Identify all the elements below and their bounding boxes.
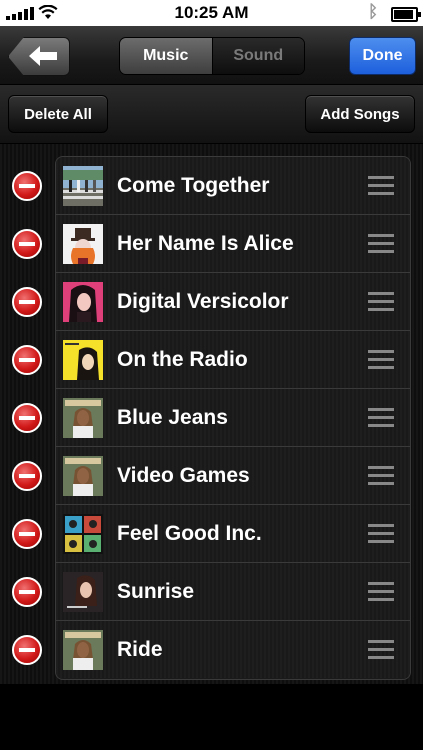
delete-song-icon[interactable]: [12, 461, 42, 491]
song-title: Sunrise: [117, 580, 195, 603]
delete-song-icon[interactable]: [12, 287, 42, 317]
status-time: 10:25 AM: [174, 3, 249, 22]
song-title: Come Together: [117, 174, 270, 197]
song-list-area: Come Together Her Name Is Alice Digital …: [0, 144, 423, 684]
delete-song-icon[interactable]: [12, 171, 42, 201]
song-row[interactable]: Her Name Is Alice: [56, 215, 410, 273]
song-row[interactable]: On the Radio: [56, 331, 410, 389]
album-art-icon: [63, 572, 103, 612]
back-arrow-icon: [29, 46, 57, 66]
delete-song-icon[interactable]: [12, 229, 42, 259]
edit-toolbar: Delete All Add Songs: [0, 85, 423, 144]
album-art-icon: [63, 456, 103, 496]
reorder-handle-icon[interactable]: [368, 582, 394, 602]
bottom-empty-area: [0, 684, 423, 750]
song-title: Video Games: [117, 464, 250, 487]
song-row[interactable]: Blue Jeans: [56, 389, 410, 447]
delete-song-icon[interactable]: [12, 577, 42, 607]
delete-song-icon[interactable]: [12, 345, 42, 375]
song-title: Ride: [117, 638, 163, 661]
back-button[interactable]: [8, 37, 70, 76]
reorder-handle-icon[interactable]: [368, 234, 394, 254]
song-row[interactable]: Sunrise: [56, 563, 410, 621]
reorder-handle-icon[interactable]: [368, 350, 394, 370]
album-art-icon: [63, 282, 103, 322]
reorder-handle-icon[interactable]: [368, 176, 394, 196]
reorder-handle-icon[interactable]: [368, 292, 394, 312]
album-art-icon: [63, 630, 103, 670]
navigation-bar: Music Sound Done: [0, 26, 423, 85]
song-list: Come Together Her Name Is Alice Digital …: [55, 156, 411, 680]
segment-music[interactable]: Music: [120, 38, 213, 74]
song-title: On the Radio: [117, 348, 248, 371]
bluetooth-icon: ᛒ: [368, 2, 379, 21]
battery-icon: [391, 7, 421, 22]
album-art-icon: [63, 514, 103, 554]
album-art-icon: [63, 340, 103, 380]
reorder-handle-icon[interactable]: [368, 408, 394, 428]
song-row[interactable]: Digital Versicolor: [56, 273, 410, 331]
delete-song-icon[interactable]: [12, 519, 42, 549]
song-title: Feel Good Inc.: [117, 522, 262, 545]
delete-all-button[interactable]: Delete All: [8, 95, 108, 133]
song-row[interactable]: Come Together: [56, 157, 410, 215]
reorder-handle-icon[interactable]: [368, 524, 394, 544]
song-title: Blue Jeans: [117, 406, 228, 429]
music-sound-segmented-control: Music Sound: [119, 37, 305, 75]
song-title: Her Name Is Alice: [117, 232, 294, 255]
album-art-icon: [63, 166, 103, 206]
add-songs-button[interactable]: Add Songs: [305, 95, 415, 133]
song-title: Digital Versicolor: [117, 290, 289, 313]
reorder-handle-icon[interactable]: [368, 466, 394, 486]
song-row[interactable]: Feel Good Inc.: [56, 505, 410, 563]
segment-sound[interactable]: Sound: [212, 38, 304, 74]
done-button[interactable]: Done: [349, 37, 416, 75]
status-bar: 10:25 AM ᛒ: [0, 0, 423, 26]
reorder-handle-icon[interactable]: [368, 640, 394, 660]
album-art-icon: [63, 398, 103, 438]
album-art-icon: [63, 224, 103, 264]
delete-song-icon[interactable]: [12, 635, 42, 665]
song-row[interactable]: Ride: [56, 621, 410, 678]
song-row[interactable]: Video Games: [56, 447, 410, 505]
delete-song-icon[interactable]: [12, 403, 42, 433]
